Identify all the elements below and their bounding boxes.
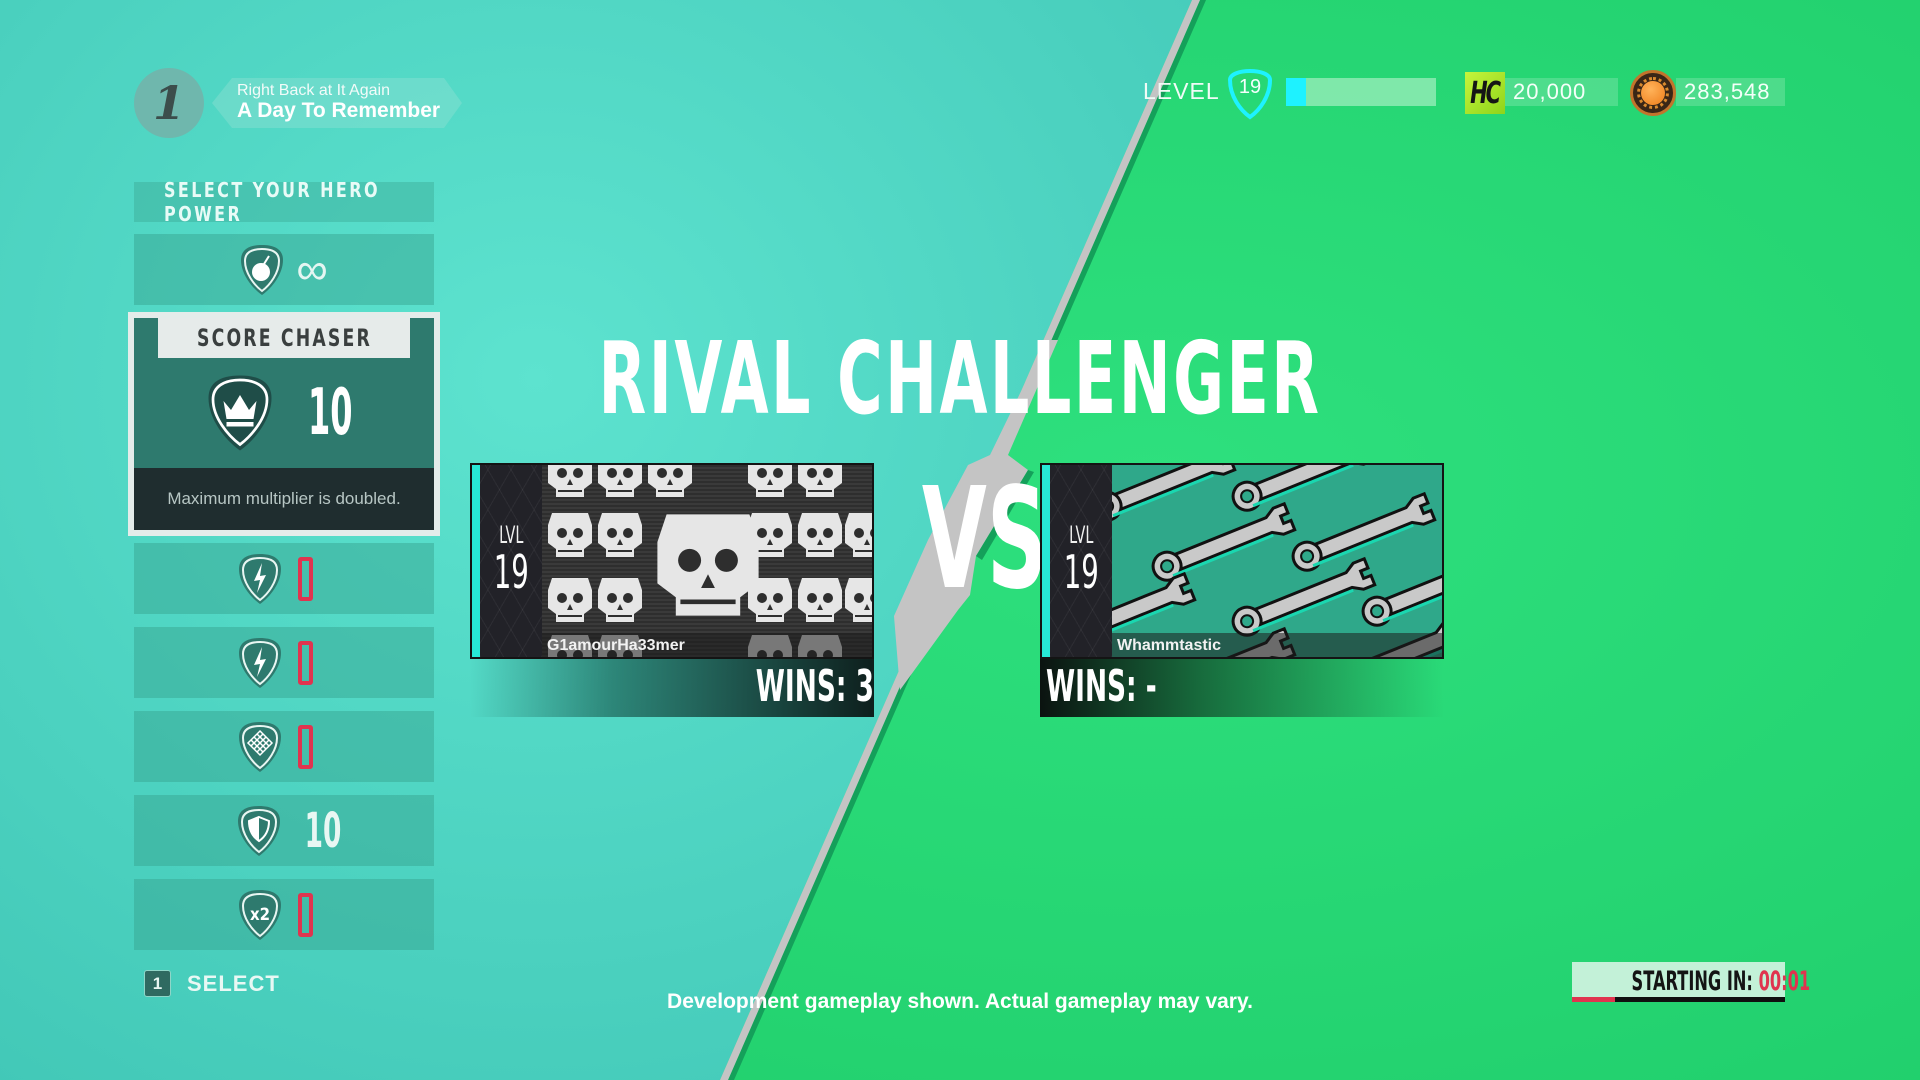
net-icon: [238, 721, 282, 773]
hero-power-value: ∞: [296, 244, 328, 294]
hero-power-card-net[interactable]: [134, 711, 434, 782]
player-wins-bar: WINS: 3: [470, 659, 874, 717]
countdown-timer: STARTING IN: 00:01: [1572, 962, 1810, 1002]
level-progress-fill: [1286, 78, 1306, 106]
now-playing-banner: Right Back at It Again A Day To Remember: [212, 78, 462, 128]
hero-power-value-zero: [297, 892, 313, 937]
hero-power-card-shield[interactable]: 10: [134, 795, 434, 866]
rival-wins-bar: WINS: -: [1040, 659, 1444, 717]
vs-text: VS: [921, 458, 1048, 621]
rival-accent-bar: [1042, 465, 1050, 657]
wrench-pattern: [1112, 465, 1442, 657]
hero-power-header-text: SELECT YOUR HERO POWER: [164, 178, 380, 226]
lightning-icon: [238, 637, 282, 689]
countdown-progress-track: [1572, 997, 1785, 1002]
versus-label: VS: [880, 470, 1048, 610]
rival-banner-art: Whammtastic: [1112, 465, 1442, 657]
x2-icon: x2: [238, 889, 282, 941]
lightning-icon: [238, 553, 282, 605]
svg-text:x2: x2: [249, 904, 269, 924]
skull-pattern: [547, 465, 872, 657]
track-number: 1: [152, 76, 185, 130]
track-number-badge: 1: [134, 68, 204, 138]
hero-power-card-bomb[interactable]: ∞: [134, 234, 434, 305]
hero-power-value-zero: [297, 724, 313, 769]
coin-icon: [1630, 70, 1676, 116]
title-text: RIVAL CHALLENGER: [598, 320, 1322, 437]
player-wins: WINS: 3: [755, 661, 874, 712]
player-banner-art: G1amourHa33mer: [542, 465, 872, 657]
hero-power-card-lightning-1[interactable]: [134, 543, 434, 614]
rival-card: LVL 19 Whammtastic: [1040, 463, 1444, 659]
hero-power-header: SELECT YOUR HERO POWER: [134, 178, 434, 226]
selected-power-description: Maximum multiplier is doubled.: [134, 468, 434, 530]
hero-cash-icon: HC: [1465, 72, 1505, 114]
level-badge: 19: [1226, 68, 1274, 120]
rival-wins: WINS: -: [1046, 661, 1157, 712]
song-title: Right Back at It Again: [237, 82, 390, 99]
hero-power-card-x2[interactable]: x2: [134, 879, 434, 950]
shield-half-icon: [237, 805, 281, 857]
level-label: LEVEL: [1143, 78, 1220, 104]
song-artist: A Day To Remember: [237, 99, 441, 122]
hero-power-value: 10: [304, 802, 342, 859]
player-name: G1amourHa33mer: [547, 637, 685, 654]
hero-power-value-zero: [297, 640, 313, 685]
player-card: LVL 19 G1amourHa33mer: [470, 463, 874, 659]
countdown-value: 00:01: [1758, 966, 1811, 997]
player-level: 19: [493, 545, 529, 599]
level-number: 19: [1238, 76, 1262, 98]
countdown-label: STARTING IN:: [1631, 966, 1753, 997]
countdown-progress-fill: [1572, 997, 1615, 1002]
coin-amount: 283,548: [1676, 78, 1785, 106]
hero-power-value-zero: [297, 556, 313, 601]
player-accent-bar: [472, 465, 480, 657]
rival-challenger-title: RIVAL CHALLENGER: [0, 320, 1920, 437]
rival-level: 19: [1063, 545, 1099, 599]
hero-power-card-lightning-2[interactable]: [134, 627, 434, 698]
rival-name: Whammtastic: [1117, 637, 1222, 654]
bomb-icon: [240, 244, 284, 296]
level-progress-bar: [1286, 78, 1436, 106]
hero-cash-amount: 20,000: [1505, 78, 1618, 106]
